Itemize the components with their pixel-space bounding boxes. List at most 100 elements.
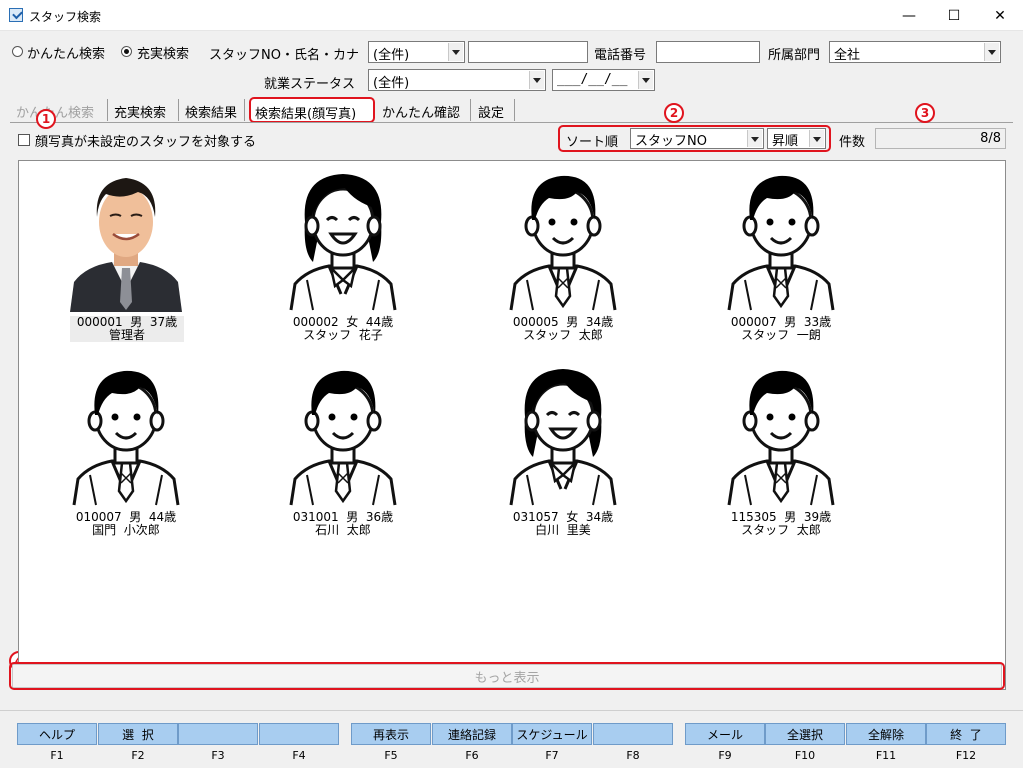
fkey-caption: F2 xyxy=(131,749,145,762)
annotation-marker-3: 3 xyxy=(915,103,935,123)
date-picker-value: ___/__/__ xyxy=(557,72,628,87)
employment-status-label: 就業ステータス xyxy=(264,77,356,92)
male-avatar-icon[interactable] xyxy=(503,162,623,312)
employment-status-select[interactable]: (全件) xyxy=(368,69,546,91)
chevron-down-icon[interactable] xyxy=(529,71,544,89)
staff-search-select[interactable]: (全件) xyxy=(368,41,465,63)
title-bar: スタッフ検索 — ☐ ✕ xyxy=(0,0,1023,31)
staff-card-caption: 000007 男 33歳 スタッフ 一朗 xyxy=(721,316,841,342)
staff-card-name: スタッフ 太郎 xyxy=(523,328,603,342)
fkey-caption: F1 xyxy=(50,749,64,762)
fkey-button-f10[interactable]: 全選択 xyxy=(765,723,845,745)
fkey-caption: F3 xyxy=(211,749,225,762)
fkey-caption: F6 xyxy=(465,749,479,762)
count-value: 8/8 xyxy=(875,128,1006,149)
chevron-down-icon[interactable] xyxy=(448,43,463,61)
department-select-value: 全社 xyxy=(834,48,861,63)
male-avatar-icon[interactable] xyxy=(283,357,403,507)
date-picker[interactable]: ___/__/__ xyxy=(552,69,655,91)
tab-divider xyxy=(10,122,1013,123)
fkey-button-f3[interactable] xyxy=(178,723,258,745)
fkey-button-f8[interactable] xyxy=(593,723,673,745)
radio-simple-search[interactable] xyxy=(12,46,23,57)
close-button[interactable]: ✕ xyxy=(977,0,1023,31)
staff-card[interactable]: 000005 男 34歳 スタッフ 太郎 xyxy=(503,162,623,342)
fkey-button-f12[interactable]: 終 了 xyxy=(926,723,1006,745)
radio-full-search[interactable] xyxy=(121,46,132,57)
staff-card[interactable]: 115305 男 39歳 スタッフ 太郎 xyxy=(721,357,841,537)
sort-label: ソート順 xyxy=(566,135,619,150)
fkey-caption: F12 xyxy=(955,749,977,762)
sort-order-value: 昇順 xyxy=(772,134,799,149)
tab-settings[interactable]: 設定 xyxy=(474,99,515,121)
tab-search-results-photo[interactable]: 検索結果(顔写真) xyxy=(249,97,375,123)
chevron-down-icon[interactable] xyxy=(747,130,762,147)
fkey-caption: F7 xyxy=(545,749,559,762)
staff-card-caption: 031001 男 36歳 石川 太郎 xyxy=(283,511,403,537)
fkey-caption: F4 xyxy=(292,749,306,762)
staff-card[interactable]: 031057 女 34歳 白川 里美 xyxy=(503,357,623,537)
employment-status-value: (全件) xyxy=(373,76,410,91)
department-select[interactable]: 全社 xyxy=(829,41,1001,63)
staff-card-name: 管理者 xyxy=(108,328,145,342)
count-label: 件数 xyxy=(839,135,866,150)
chevron-down-icon[interactable] xyxy=(638,71,653,89)
radio-full-search-label[interactable]: 充実検索 xyxy=(137,43,189,62)
app-icon xyxy=(9,8,23,22)
staff-card[interactable]: 000007 男 33歳 スタッフ 一朗 xyxy=(721,162,841,342)
staff-search-select-value: (全件) xyxy=(373,48,410,63)
staff-card-name: 石川 太郎 xyxy=(315,523,371,537)
staff-card[interactable]: 000002 女 44歳 スタッフ 花子 xyxy=(283,162,403,342)
staff-card-caption: 000005 男 34歳 スタッフ 太郎 xyxy=(503,316,623,342)
staff-card-name: スタッフ 花子 xyxy=(303,328,383,342)
tab-search-results[interactable]: 検索結果 xyxy=(181,99,245,121)
footer-divider xyxy=(0,710,1023,711)
tab-quick-confirm[interactable]: かんたん確認 xyxy=(378,99,471,121)
sort-field-value: スタッフNO xyxy=(635,134,707,149)
sort-field-select[interactable]: スタッフNO xyxy=(630,128,764,149)
staff-card[interactable]: 031001 男 36歳 石川 太郎 xyxy=(283,357,403,537)
phone-label: 電話番号 xyxy=(594,48,647,63)
staff-card[interactable]: 010007 男 44歳 国門 小次郎 xyxy=(66,357,186,537)
staff-card-name: スタッフ 一朗 xyxy=(741,328,821,342)
fkey-button-f7[interactable]: スケジュール xyxy=(512,723,592,745)
show-more-highlight xyxy=(9,662,1005,690)
fkey-button-f6[interactable]: 連絡記録 xyxy=(432,723,512,745)
chevron-down-icon[interactable] xyxy=(809,130,824,147)
staff-card[interactable]: 000001 男 37歳 管理者 xyxy=(66,162,186,342)
male-avatar-icon[interactable] xyxy=(721,162,841,312)
sort-order-select[interactable]: 昇順 xyxy=(767,128,826,149)
phone-input[interactable] xyxy=(656,41,760,63)
male-avatar-icon[interactable] xyxy=(66,357,186,507)
staff-card-caption: 010007 男 44歳 国門 小次郎 xyxy=(66,511,186,537)
chevron-down-icon[interactable] xyxy=(984,43,999,61)
staff-card-caption: 000001 男 37歳 管理者 xyxy=(70,316,184,342)
fkey-caption: F9 xyxy=(718,749,732,762)
staff-card-name: 国門 小次郎 xyxy=(92,523,160,537)
staff-card-caption: 000002 女 44歳 スタッフ 花子 xyxy=(283,316,403,342)
fkey-button-f4[interactable] xyxy=(259,723,339,745)
annotation-marker-2: 2 xyxy=(664,103,684,123)
fkey-button-f1[interactable]: ヘルプ xyxy=(17,723,97,745)
radio-simple-search-label[interactable]: かんたん検索 xyxy=(27,43,105,62)
tab-simple-search[interactable]: かんたん検索 xyxy=(12,99,108,121)
fkey-button-f5[interactable]: 再表示 xyxy=(351,723,431,745)
staff-photo[interactable] xyxy=(66,162,186,312)
male-avatar-icon[interactable] xyxy=(721,357,841,507)
staff-card-name: スタッフ 太郎 xyxy=(741,523,821,537)
fkey-button-f9[interactable]: メール xyxy=(685,723,765,745)
maximize-button[interactable]: ☐ xyxy=(931,0,977,31)
no-photo-checkbox[interactable] xyxy=(18,134,30,146)
fkey-button-f11[interactable]: 全解除 xyxy=(846,723,926,745)
tab-full-search[interactable]: 充実検索 xyxy=(110,99,179,121)
fkey-caption: F5 xyxy=(384,749,398,762)
no-photo-checkbox-label[interactable]: 顔写真が未設定のスタッフを対象する xyxy=(35,131,256,150)
fkey-caption: F11 xyxy=(875,749,897,762)
female-avatar-icon[interactable] xyxy=(283,162,403,312)
staff-search-label: スタッフNO・氏名・カナ xyxy=(209,48,359,63)
female-avatar-icon[interactable] xyxy=(503,357,623,507)
staff-search-input[interactable] xyxy=(468,41,588,63)
fkey-button-f2[interactable]: 選 択 xyxy=(98,723,178,745)
minimize-button[interactable]: — xyxy=(886,0,932,31)
window-title: スタッフ検索 xyxy=(29,10,102,24)
